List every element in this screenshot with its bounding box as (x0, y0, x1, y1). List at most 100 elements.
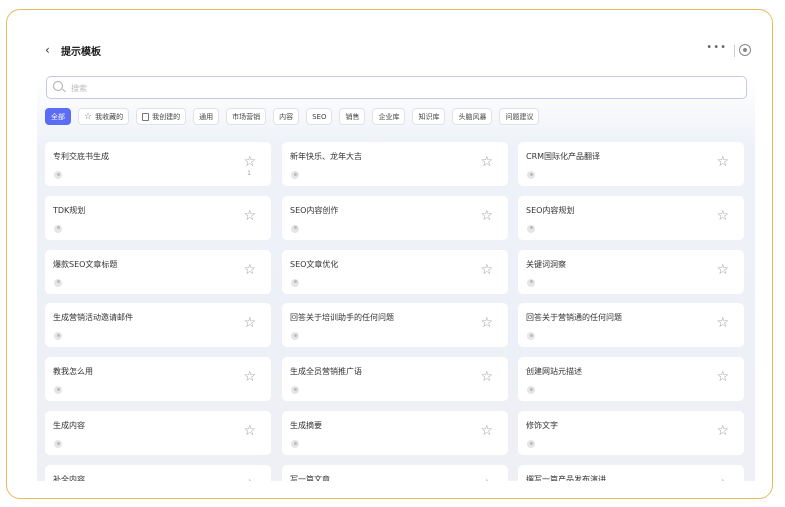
template-card[interactable]: 写一篇文章 ☆ (282, 464, 508, 481)
template-card[interactable]: 爆款SEO文章标题 ☆ (45, 249, 271, 294)
favorite-star-icon[interactable]: ☆ (480, 370, 493, 384)
target-icon[interactable] (739, 44, 751, 56)
template-title: 回答关于营销通的任何问题 (526, 313, 622, 323)
tab-3[interactable]: 通用 (193, 108, 220, 125)
template-title: TDK规划 (53, 205, 86, 215)
template-card[interactable]: 新年快乐、龙年大吉 ☆ (282, 142, 508, 186)
template-card[interactable]: 生成营销活动邀请邮件 ☆ (45, 303, 271, 348)
template-title: 生成内容 (53, 421, 85, 430)
search-icon (53, 81, 63, 91)
template-card[interactable]: 回答关于培训助手的任何问题 ☆ (282, 303, 508, 348)
avatar-icon (527, 440, 535, 448)
favorite-star-icon[interactable]: ☆ (243, 478, 256, 481)
tab-4[interactable]: 市场营销 (226, 108, 267, 125)
template-card[interactable]: 生成全员营销推广语 ☆ (282, 357, 508, 402)
template-card[interactable]: SEO文章优化 ☆ (282, 249, 508, 294)
favorite-star-icon[interactable]: ☆ (480, 209, 493, 223)
favorite-star-icon[interactable]: ☆ (716, 155, 729, 169)
tab-5[interactable]: 内容 (273, 108, 300, 125)
tab-label: 企业库 (378, 112, 400, 121)
avatar-icon (54, 224, 62, 233)
favorite-star-icon[interactable]: ☆ (716, 263, 729, 277)
template-card[interactable]: CRM国际化产品翻译 ☆ (518, 142, 744, 186)
header: ‹ 提示模板 ••• (37, 38, 755, 66)
document-icon (142, 112, 150, 121)
tab-label: 销售 (345, 112, 360, 121)
template-card[interactable]: 生成内容 ☆ (45, 411, 271, 455)
screenshot-frame: ‹ 提示模板 ••• 全部 ☆我收藏的我创建的 通用 市场营销内容 SEO 销售 企业库 知识… (6, 9, 773, 499)
template-card[interactable]: 专利交底书生成 ☆ 1 (45, 142, 271, 186)
tab-10[interactable]: 头脑风暴 (452, 108, 493, 125)
avatar-icon (54, 440, 62, 448)
template-title: 生成全员营销推广语 (290, 367, 362, 377)
favorite-star-icon[interactable]: ☆ (480, 316, 493, 330)
template-card[interactable]: 修饰文字 ☆ (518, 411, 744, 455)
favorite-star-icon[interactable]: ☆ (716, 209, 729, 223)
tab-8[interactable]: 企业库 (372, 108, 406, 125)
favorite-star-icon[interactable]: ☆ (243, 155, 256, 169)
template-title: 创建网站元描述 (526, 367, 582, 377)
template-title: 补全内容 (53, 474, 85, 481)
tab-label: 通用 (199, 112, 214, 121)
template-card[interactable]: 回答关于营销通的任何问题 ☆ (518, 303, 744, 348)
tab-11[interactable]: 问题建议 (499, 108, 540, 125)
favorite-star-icon[interactable]: ☆ (716, 316, 729, 330)
favorite-star-icon[interactable]: ☆ (716, 424, 729, 438)
avatar-icon (54, 332, 62, 341)
template-title: 爆款SEO文章标题 (53, 259, 118, 269)
favorite-star-icon[interactable]: ☆ (480, 424, 493, 438)
tab-0[interactable]: 全部 (45, 108, 71, 125)
avatar-icon (527, 278, 535, 287)
back-icon[interactable]: ‹ (45, 43, 50, 57)
favorite-star-icon[interactable]: ☆ (243, 263, 256, 277)
avatar-icon (54, 171, 62, 179)
tab-label: 问题建议 (505, 112, 534, 121)
template-title: SEO内容创作 (290, 205, 339, 215)
tab-6[interactable]: SEO (306, 108, 333, 125)
favorite-star-icon[interactable]: ☆ (243, 424, 256, 438)
template-card[interactable]: 撰写一篇产品发布演讲 ☆ (518, 464, 744, 481)
favorite-star-icon[interactable]: ☆ (243, 316, 256, 330)
avatar-icon (291, 386, 299, 395)
tab-7[interactable]: 销售 (339, 108, 366, 125)
avatar-icon (527, 171, 535, 179)
avatar-icon (527, 332, 535, 341)
avatar-icon (527, 224, 535, 233)
favorite-star-icon[interactable]: ☆ (243, 209, 256, 223)
search-box[interactable] (46, 76, 747, 99)
template-title: 关键词洞察 (526, 259, 566, 269)
template-title: 专利交底书生成 (53, 152, 109, 161)
more-icon[interactable]: ••• (706, 42, 727, 53)
tab-9[interactable]: 知识库 (412, 108, 446, 125)
template-title: 回答关于培训助手的任何问题 (290, 313, 394, 323)
tab-1[interactable]: ☆ 我收藏的 (78, 108, 130, 125)
tab-label: 知识库 (418, 112, 440, 121)
category-tabs: 全部 ☆ 我收藏的 我创建的 通用 市场营销 内容 SEO 销售 企业库 知识库 头脑风暴 问题建议 (45, 108, 540, 126)
favorite-star-icon[interactable]: ☆ (716, 370, 729, 384)
template-title: SEO文章优化 (290, 259, 339, 269)
favorite-star-icon[interactable]: ☆ (480, 155, 493, 169)
favorite-star-icon[interactable]: ☆ (243, 370, 256, 384)
template-title: 新年快乐、龙年大吉 (290, 152, 362, 161)
page-title: 提示模板 (61, 47, 101, 58)
template-title: 撰写一篇产品发布演讲 (526, 474, 606, 481)
tab-2[interactable]: 我创建的 (136, 108, 187, 125)
template-title: SEO内容规划 (526, 205, 575, 215)
favorite-star-icon[interactable]: ☆ (480, 263, 493, 277)
template-card[interactable]: 创建网站元描述 ☆ (518, 357, 744, 402)
template-card[interactable]: SEO内容规划 ☆ (518, 195, 744, 240)
template-title: CRM国际化产品翻译 (526, 152, 601, 161)
template-card[interactable]: 关键词洞察 ☆ (518, 249, 744, 294)
template-card[interactable]: 生成摘要 ☆ (282, 411, 508, 455)
template-card[interactable]: SEO内容创作 ☆ (282, 195, 508, 240)
template-card[interactable]: TDK规划 ☆ (45, 195, 271, 240)
search-input[interactable] (71, 80, 731, 96)
prompt-template-panel: ‹ 提示模板 ••• 全部 ☆我收藏的我创建的 通用 市场营销内容 SEO 销售 企业库 知识… (37, 38, 755, 481)
template-card[interactable]: 教我怎么用 ☆ (45, 357, 271, 402)
star-icon: ☆ (84, 111, 93, 122)
tab-label: SEO (312, 112, 327, 121)
avatar-icon (291, 440, 299, 448)
favorite-star-icon[interactable]: ☆ (480, 478, 493, 481)
template-card[interactable]: 补全内容 ☆ (45, 464, 271, 481)
favorite-star-icon[interactable]: ☆ (716, 478, 729, 481)
